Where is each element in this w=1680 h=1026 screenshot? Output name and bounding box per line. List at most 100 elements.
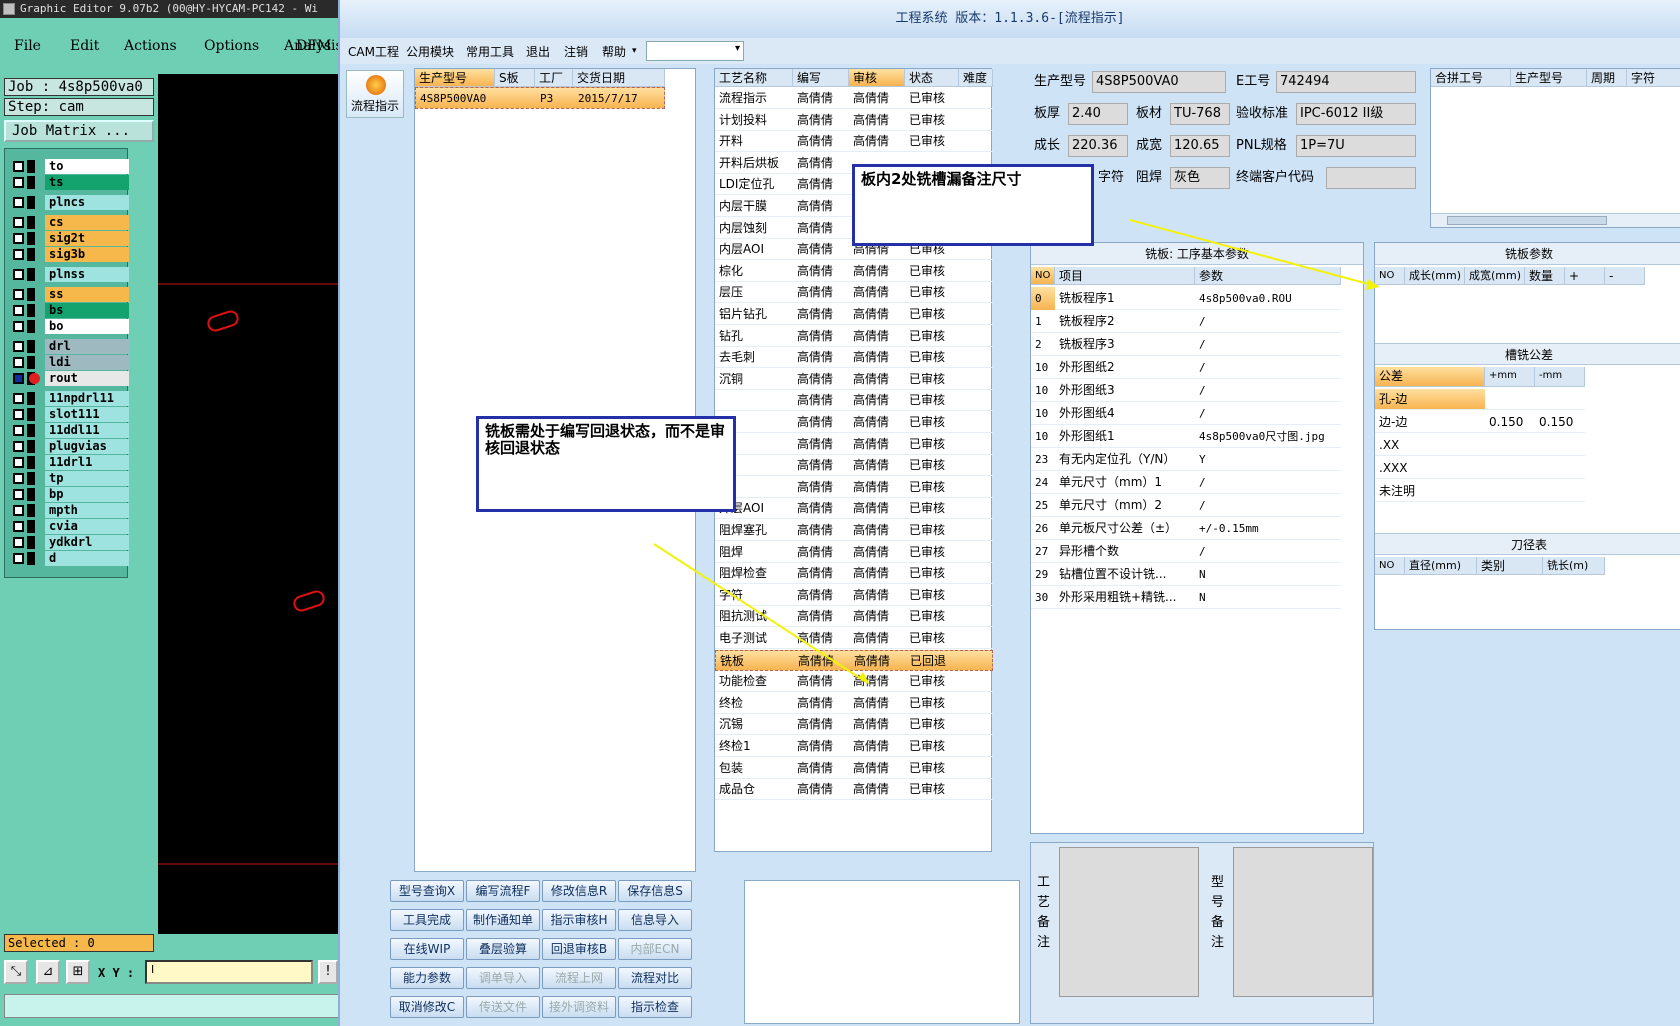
layer-checkbox[interactable] <box>13 161 24 172</box>
layer-13[interactable]: 11npdrl11 <box>9 391 129 406</box>
process-row[interactable]: 外层AOI 高倩倩 高倩倩 已审核 <box>715 498 993 520</box>
action-button-2-3[interactable]: 内部ECN <box>618 938 692 960</box>
ruler-icon[interactable]: ⊿ <box>36 960 60 984</box>
menu-file[interactable]: File <box>14 38 41 54</box>
model-header-factory[interactable]: 工厂 <box>535 69 573 87</box>
param-row[interactable]: 27 异形槽个数 / <box>1031 540 1341 563</box>
param-row[interactable]: 0 铣板程序1 4s8p500va0.ROU <box>1031 287 1341 310</box>
layer-2[interactable]: plncs <box>9 195 129 210</box>
menu-actions[interactable]: Actions <box>124 38 177 54</box>
action-button-0-2[interactable]: 修改信息R <box>542 880 616 902</box>
process-row[interactable]: 终检1 高倩倩 高倩倩 已审核 <box>715 736 993 757</box>
process-row[interactable]: 层压 高倩倩 高倩倩 已审核 <box>715 282 993 304</box>
params-header-param[interactable]: 参数 <box>1195 267 1341 285</box>
layer-10[interactable]: drl <box>9 339 129 354</box>
layer-checkbox[interactable] <box>13 341 24 352</box>
xy-input[interactable]: I <box>145 960 313 984</box>
layer-checkbox[interactable] <box>13 553 24 564</box>
layer-checkbox[interactable] <box>13 357 24 368</box>
model-header-model[interactable]: 生产型号 <box>415 69 495 87</box>
process-row[interactable]: 高倩倩 高倩倩 已审核 <box>715 434 993 455</box>
field-standard[interactable]: IPC-6012 II级 <box>1296 103 1416 125</box>
process-row[interactable]: 沉铜 高倩倩 高倩倩 已审核 <box>715 369 993 390</box>
layer-0[interactable]: to <box>9 159 129 174</box>
layer-19[interactable]: bp <box>9 487 129 502</box>
layer-4[interactable]: sig2t <box>9 231 129 246</box>
action-button-2-1[interactable]: 叠层验算 <box>466 938 540 960</box>
graphics-canvas[interactable] <box>158 74 340 934</box>
param-row[interactable]: 10 外形图纸4 / <box>1031 402 1341 425</box>
menu-exit[interactable]: 退出 <box>526 43 550 60</box>
menu-combo-select[interactable] <box>646 41 744 61</box>
layer-checkbox[interactable] <box>13 409 24 420</box>
layer-checkbox[interactable] <box>13 505 24 516</box>
layer-checkbox[interactable] <box>13 249 24 260</box>
process-row[interactable]: 高倩倩 高倩倩 已审核 <box>715 455 993 477</box>
field-e-no[interactable]: 742494 <box>1276 71 1416 93</box>
mill-header-no[interactable]: NO <box>1375 267 1405 285</box>
layer-18[interactable]: tp <box>9 471 129 486</box>
layer-7[interactable]: ss <box>9 287 129 302</box>
layer-20[interactable]: mpth <box>9 503 129 518</box>
process-row[interactable]: 高倩倩 高倩倩 已审核 <box>715 390 993 412</box>
process-row[interactable]: 阻焊塞孔 高倩倩 高倩倩 已审核 <box>715 520 993 541</box>
process-row[interactable]: 开料 高倩倩 高倩倩 已审核 <box>715 131 993 153</box>
process-row[interactable]: 阻焊 高倩倩 高倩倩 已审核 <box>715 542 993 563</box>
process-row[interactable]: 包装 高倩倩 高倩倩 已审核 <box>715 758 993 779</box>
process-row[interactable]: 铣板 高倩倩 高倩倩 已回退 <box>715 649 993 671</box>
field-pnl[interactable]: 1P=7U <box>1296 135 1416 157</box>
param-row[interactable]: 10 外形图纸3 / <box>1031 379 1341 402</box>
layer-9[interactable]: bo <box>9 319 129 334</box>
merge-header-char[interactable]: 字符 <box>1627 69 1680 87</box>
process-row[interactable]: 电子测试 高倩倩 高倩倩 已审核 <box>715 628 993 649</box>
param-row[interactable]: 25 单元尺寸（mm）2 / <box>1031 494 1341 517</box>
merge-scroll-thumb[interactable] <box>1447 216 1607 225</box>
tool-header-type[interactable]: 类别 <box>1477 557 1543 575</box>
action-button-4-0[interactable]: 取消修改C <box>390 996 464 1018</box>
layer-6[interactable]: plnss <box>9 267 129 282</box>
layer-checkbox[interactable] <box>13 177 24 188</box>
menu-help[interactable]: 帮助 <box>602 43 626 60</box>
action-button-3-2[interactable]: 流程上网 <box>542 967 616 989</box>
params-header-no[interactable]: NO <box>1031 267 1055 285</box>
params-header-item[interactable]: 项目 <box>1055 267 1195 285</box>
process-row[interactable]: 棕化 高倩倩 高倩倩 已审核 <box>715 261 993 282</box>
mill-header-qty[interactable]: 数量 <box>1525 267 1565 285</box>
param-row[interactable]: 10 外形图纸1 4s8p500va0尺寸图.jpg <box>1031 425 1341 448</box>
merge-header-period[interactable]: 周期 <box>1587 69 1627 87</box>
menu-edit[interactable]: Edit <box>70 38 99 54</box>
field-material[interactable]: TU-768 <box>1170 103 1230 125</box>
layer-checkbox[interactable] <box>13 233 24 244</box>
flow-instruction-button[interactable]: 流程指示 <box>346 70 404 118</box>
layer-checkbox[interactable] <box>13 321 24 332</box>
mill-header-plus[interactable]: + <box>1565 267 1605 285</box>
tol-header-minus[interactable]: -mm <box>1535 367 1585 387</box>
field-length[interactable]: 220.36 <box>1068 135 1128 157</box>
layer-checkbox[interactable] <box>13 305 24 316</box>
layer-8[interactable]: bs <box>9 303 129 318</box>
layer-11[interactable]: ldi <box>9 355 129 370</box>
action-button-3-3[interactable]: 流程对比 <box>618 967 692 989</box>
measure-icon[interactable]: ⤡ <box>4 960 28 984</box>
tool-header-length[interactable]: 铣长(m) <box>1543 557 1605 575</box>
param-row[interactable]: 10 外形图纸2 / <box>1031 356 1341 379</box>
process-row[interactable]: 字符 高倩倩 高倩倩 已审核 <box>715 585 993 606</box>
field-thickness[interactable]: 2.40 <box>1068 103 1128 125</box>
param-row[interactable]: 29 钻槽位置不设计铣... N <box>1031 563 1341 586</box>
menu-logout[interactable]: 注销 <box>564 43 588 60</box>
process-row[interactable]: 阻焊检查 高倩倩 高倩倩 已审核 <box>715 563 993 585</box>
proc-header-writer[interactable]: 编写 <box>793 69 849 87</box>
layer-16[interactable]: plugvias <box>9 439 129 454</box>
action-button-4-2[interactable]: 接外调资料 <box>542 996 616 1018</box>
layer-3[interactable]: cs <box>9 215 129 230</box>
layer-checkbox[interactable] <box>13 473 24 484</box>
layer-checkbox[interactable] <box>13 425 24 436</box>
action-button-0-1[interactable]: 编写流程F <box>466 880 540 902</box>
merge-header-model[interactable]: 生产型号 <box>1511 69 1587 87</box>
action-button-3-1[interactable]: 调单导入 <box>466 967 540 989</box>
mill-header-minus[interactable]: - <box>1605 267 1645 285</box>
layer-checkbox[interactable] <box>13 537 24 548</box>
action-button-4-3[interactable]: 指示检查 <box>618 996 692 1018</box>
layer-checkbox[interactable] <box>13 373 24 384</box>
process-row[interactable]: 终检 高倩倩 高倩倩 已审核 <box>715 693 993 714</box>
